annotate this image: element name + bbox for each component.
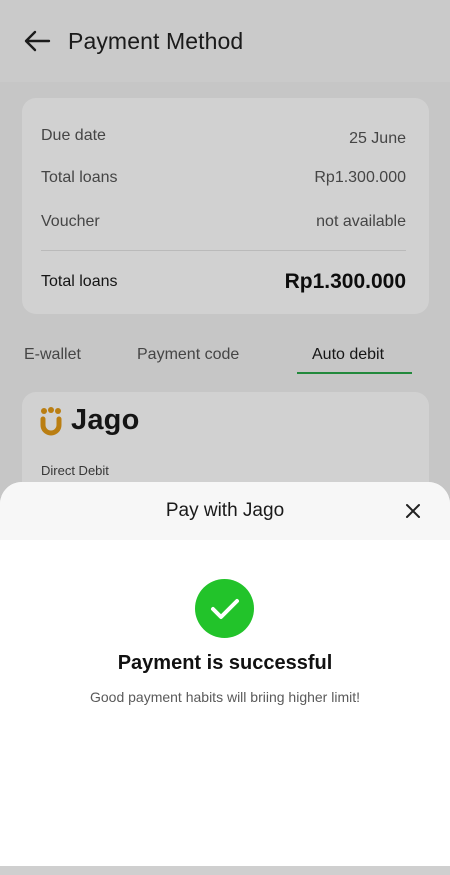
check-circle-icon bbox=[195, 579, 254, 638]
bottom-edge-bar bbox=[0, 866, 450, 875]
app-screen: Payment Method Due date 25 June Total lo… bbox=[0, 0, 450, 875]
close-button[interactable] bbox=[404, 502, 422, 520]
close-icon bbox=[406, 504, 420, 518]
checkmark-icon bbox=[210, 598, 239, 619]
success-message: Good payment habits will briing higher l… bbox=[89, 689, 360, 705]
payment-result-sheet: Pay with Jago Payment is successful Good… bbox=[0, 482, 450, 875]
success-title: Payment is successful bbox=[117, 652, 333, 674]
sheet-header: Pay with Jago bbox=[0, 482, 450, 540]
sheet-title: Pay with Jago bbox=[165, 500, 285, 521]
